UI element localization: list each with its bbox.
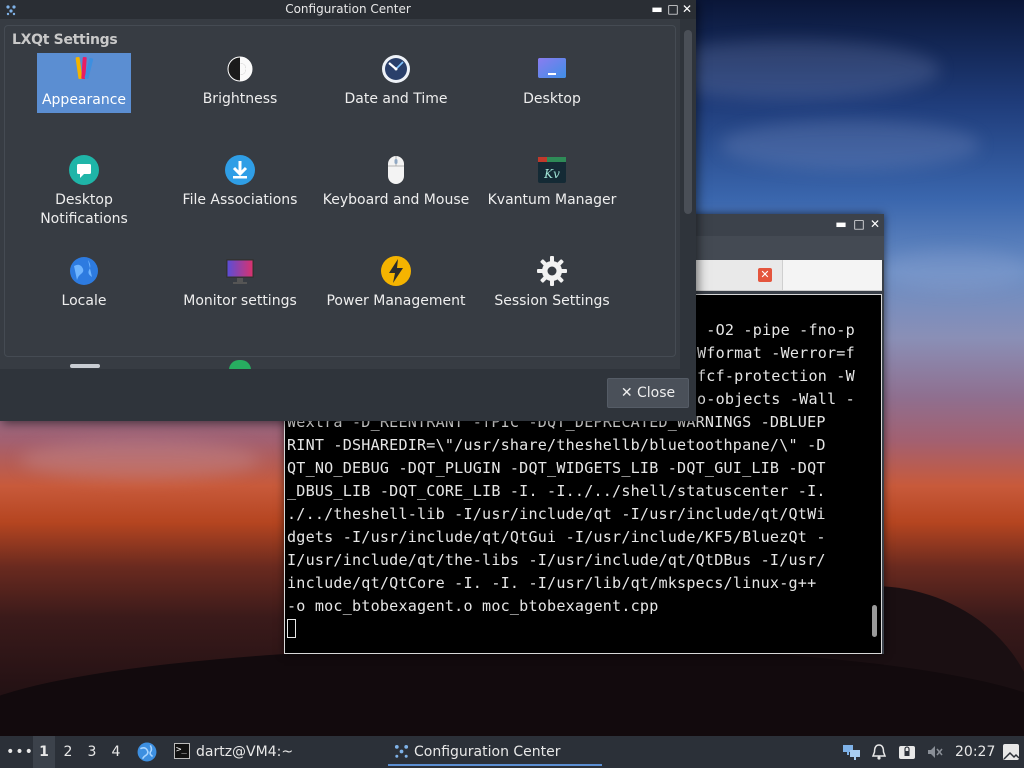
- terminal-line: RINT -DSHAREDIR=\"/usr/share/theshellb/b…: [287, 436, 826, 454]
- settings-item-label: Desktop: [523, 91, 581, 107]
- close-dialog-button[interactable]: ✕ Close: [607, 378, 689, 408]
- settings-item-label: Keyboard and Mouse: [322, 192, 470, 208]
- settings-item-label: File Associations: [182, 192, 298, 208]
- power-icon: [380, 255, 412, 287]
- task-label: dartz@VM4:~: [196, 744, 294, 760]
- settings-item-brightness[interactable]: Brightness: [165, 53, 315, 149]
- task-label: Configuration Center: [414, 744, 561, 760]
- partial-item-icon: [229, 360, 251, 369]
- settings-item-label: Desktop Notifications: [40, 192, 128, 227]
- gear-icon: [536, 255, 568, 287]
- task-terminal[interactable]: >_ dartz@VM4:~: [170, 738, 370, 766]
- notification-icon: [68, 154, 100, 186]
- close-button-label: Close: [637, 385, 676, 401]
- show-desktop-icon[interactable]: [1002, 743, 1020, 761]
- terminal-icon: >_: [174, 743, 190, 759]
- settings-item-file-associations[interactable]: File Associations: [165, 154, 315, 250]
- terminal-line: QT_NO_DEBUG -DQT_PLUGIN -DQT_WIDGETS_LIB…: [287, 459, 826, 477]
- desktop-2-button[interactable]: 2: [57, 736, 79, 768]
- desktop-icon: [536, 53, 568, 85]
- mute-icon[interactable]: [926, 743, 944, 761]
- close-button[interactable]: ✕: [680, 2, 694, 16]
- terminal-line: -o moc_btobexagent.o moc_btobexagent.cpp: [287, 597, 659, 615]
- terminal-line: I/usr/include/qt/the-libs -I/usr/include…: [287, 551, 826, 569]
- settings-item-locale[interactable]: Locale: [9, 255, 159, 351]
- file-associations-icon: [224, 154, 256, 186]
- terminal-line: dgets -I/usr/include/qt/QtGui -I/usr/inc…: [287, 528, 826, 546]
- taskbar: ••• 1234 >_ dartz@VM4:~ Configuration Ce…: [0, 736, 1024, 768]
- close-icon: ✕: [620, 385, 633, 401]
- mouse-icon: [380, 154, 412, 186]
- svg-text:Kv: Kv: [543, 167, 560, 181]
- terminal-line: ./../theshell-lib -I/usr/include/qt -I/u…: [287, 505, 826, 523]
- menu-button[interactable]: •••: [6, 736, 34, 768]
- clock[interactable]: 20:27: [955, 736, 995, 768]
- settings-item-label: Brightness: [202, 91, 278, 107]
- tab-close-icon[interactable]: ✕: [758, 268, 772, 282]
- settings-item-label: Session Settings: [494, 293, 610, 309]
- window-title: Configuration Center: [285, 2, 411, 16]
- terminal-cursor: [287, 619, 296, 638]
- monitor-icon: [224, 255, 256, 287]
- globe-icon: [68, 255, 100, 287]
- desktop-4-button[interactable]: 4: [105, 736, 127, 768]
- settings-icon: [394, 744, 409, 758]
- settings-item-kvantum-manager[interactable]: Kvantum Manager Kv: [477, 154, 627, 250]
- settings-item-monitor-settings[interactable]: Monitor settings: [165, 255, 315, 351]
- settings-item-date-and-time[interactable]: Date and Time: [321, 53, 471, 149]
- minimize-button[interactable]: ▬: [834, 217, 848, 231]
- bell-icon[interactable]: [870, 743, 888, 761]
- settings-item-desktop[interactable]: Desktop: [477, 53, 627, 149]
- desktop-3-button[interactable]: 3: [81, 736, 103, 768]
- settings-item-power-management[interactable]: Power Management: [321, 255, 471, 351]
- globe-launcher-icon[interactable]: [137, 742, 157, 762]
- settings-item-desktop-notifications[interactable]: Desktop Notifications: [9, 154, 159, 250]
- kvantum-icon: Kv: [536, 154, 568, 186]
- configuration-center-titlebar[interactable]: Configuration Center ▬ □ ✕: [0, 0, 696, 19]
- terminal-scrollbar[interactable]: [872, 605, 877, 637]
- settings-item-keyboard-and-mouse[interactable]: Keyboard and Mouse: [321, 154, 471, 250]
- lock-icon[interactable]: [898, 743, 916, 761]
- network-icon[interactable]: [840, 743, 862, 761]
- settings-item-label: Kvantum Manager: [487, 192, 617, 208]
- desktop-1-button[interactable]: 1: [33, 736, 55, 768]
- maximize-button[interactable]: □: [666, 2, 680, 16]
- dialog-footer: ✕ Close: [0, 369, 696, 421]
- settings-scrollbar[interactable]: [684, 30, 692, 214]
- appearance-icon: [68, 53, 100, 85]
- maximize-button[interactable]: □: [852, 217, 866, 231]
- settings-item-label: Locale: [61, 293, 107, 309]
- close-button[interactable]: ✕: [868, 217, 882, 231]
- task-configuration-center[interactable]: Configuration Center: [388, 738, 602, 766]
- settings-item-label: Monitor settings: [183, 293, 297, 309]
- settings-item-label: Date and Time: [344, 91, 448, 107]
- partial-item-icon: [70, 364, 100, 368]
- settings-item-appearance[interactable]: Appearance: [9, 53, 159, 149]
- brightness-icon: [224, 53, 256, 85]
- minimize-button[interactable]: ▬: [650, 2, 664, 16]
- configuration-center-window[interactable]: Configuration Center ▬ □ ✕ LXQt Settings…: [0, 0, 696, 421]
- settings-group-title: LXQt Settings: [12, 32, 118, 48]
- settings-item-label: Power Management: [326, 293, 466, 309]
- settings-panel: LXQt Settings Appearance Brightness Date a…: [0, 19, 680, 369]
- terminal-line: include/qt/QtCore -I. -I. -I/usr/lib/qt/…: [287, 574, 817, 592]
- terminal-line: _DBUS_LIB -DQT_CORE_LIB -I. -I../../shel…: [287, 482, 826, 500]
- settings-item-session-settings[interactable]: Session Settings: [477, 255, 627, 351]
- clock-icon: [380, 53, 412, 85]
